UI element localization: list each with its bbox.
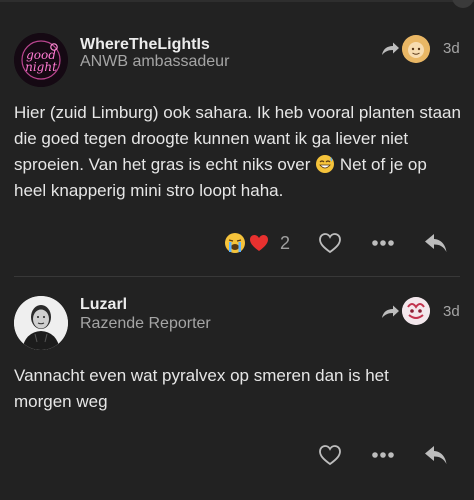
ellipsis-icon: [372, 452, 394, 458]
post-age[interactable]: 3d: [443, 303, 460, 320]
topic-screen: good night WhereTheLightIs ANWB ambassad…: [0, 0, 474, 500]
more-options-button[interactable]: [370, 442, 396, 468]
avatar-text-night: night: [25, 60, 57, 74]
user-title: ANWB ambassadeur: [80, 53, 230, 70]
red-heart-emoji-icon: [250, 235, 268, 251]
username[interactable]: Luzarl: [80, 296, 127, 314]
portrait-avatar-icon[interactable]: [14, 296, 68, 350]
crying-face-emoji-icon: [225, 233, 245, 253]
replied-user-avatar-icon[interactable]: [402, 297, 430, 325]
heart-outline-icon: [319, 233, 341, 254]
post-body: Hier (zuid Limburg) ook sahara. Ik heb v…: [14, 100, 462, 204]
grinning-sweat-emoji-icon: [316, 155, 335, 173]
reply-to-arrow-icon[interactable]: [380, 304, 400, 320]
more-options-button[interactable]: [370, 230, 396, 256]
post-age[interactable]: 3d: [443, 40, 460, 57]
like-button[interactable]: [317, 442, 343, 468]
good-night-neon-avatar-icon[interactable]: good night: [14, 33, 68, 87]
user-title: Razende Reporter: [80, 315, 211, 332]
reply-button[interactable]: [422, 230, 450, 256]
reply-icon: [425, 234, 447, 252]
post-2: Luzarl Razende Reporter 3d Vannacht even…: [0, 277, 474, 500]
username[interactable]: WhereTheLightIs: [80, 36, 210, 54]
reply-button[interactable]: [422, 442, 450, 468]
reactions[interactable]: [224, 230, 270, 256]
like-count[interactable]: 2: [280, 233, 290, 254]
like-button[interactable]: [317, 230, 343, 256]
post-1: good night WhereTheLightIs ANWB ambassad…: [0, 0, 474, 276]
replied-user-avatar-icon[interactable]: [402, 35, 430, 63]
reply-to-arrow-icon[interactable]: [380, 41, 400, 57]
ellipsis-icon: [372, 240, 394, 246]
post-body: Vannacht even wat pyralvex op smeren dan…: [14, 366, 389, 411]
reply-icon: [425, 446, 447, 464]
heart-outline-icon: [319, 445, 341, 466]
